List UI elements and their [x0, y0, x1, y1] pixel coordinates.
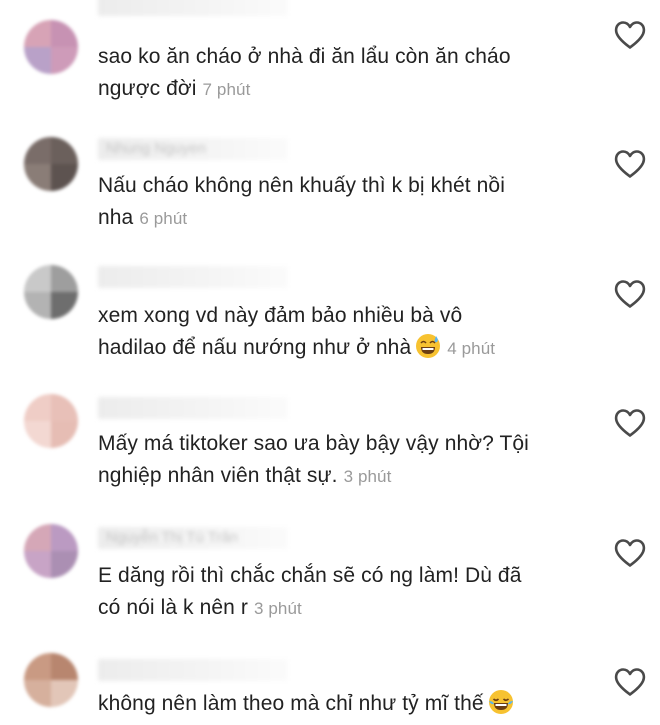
comment-item: không nên làm theo mà chỉ như tỷ mĩ thế: [0, 0, 660, 725]
username[interactable]: [98, 659, 288, 681]
avatar[interactable]: [24, 653, 78, 707]
comment-text: không nên làm theo mà chỉ như tỷ mĩ thế: [98, 688, 578, 721]
joy-emoji: [484, 690, 514, 715]
comment-line-1: không nên làm theo mà chỉ như tỷ mĩ thế: [98, 692, 484, 715]
heart-outline-icon[interactable]: [613, 667, 647, 697]
